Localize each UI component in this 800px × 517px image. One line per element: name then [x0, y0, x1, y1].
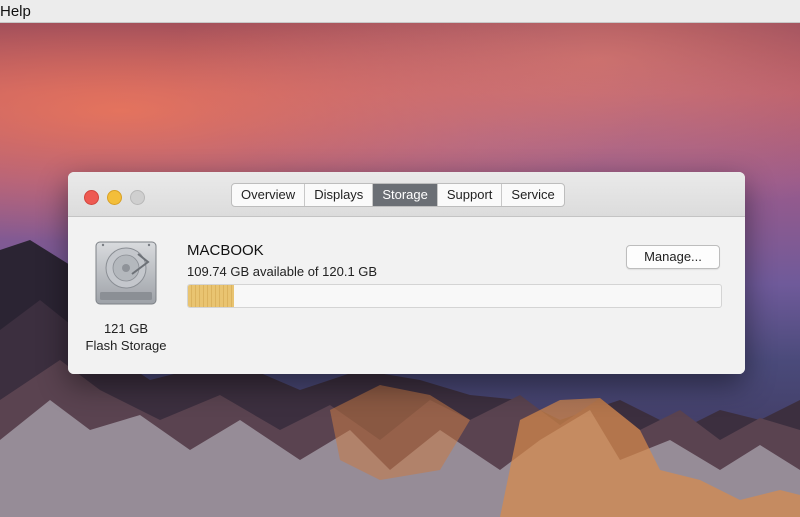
storage-usage-bar — [187, 284, 722, 308]
window-titlebar: Overview Displays Storage Support Servic… — [68, 172, 745, 217]
tab-service[interactable]: Service — [502, 184, 563, 206]
disk-type: Flash Storage — [85, 338, 167, 353]
tab-support[interactable]: Support — [438, 184, 503, 206]
storage-used-segment — [188, 285, 234, 307]
volume-name: MACBOOK — [187, 242, 264, 259]
zoom-button[interactable] — [130, 190, 145, 205]
tab-storage[interactable]: Storage — [373, 184, 438, 206]
tab-overview[interactable]: Overview — [232, 184, 306, 206]
minimize-button[interactable] — [107, 190, 122, 205]
disk-capacity: 121 GB — [103, 321, 149, 336]
hard-drive-icon — [95, 241, 157, 305]
manage-button[interactable]: Manage... — [626, 245, 720, 269]
storage-pane: 121 GB Flash Storage MACBOOK 109.74 GB a… — [68, 217, 745, 374]
tab-bar: Overview Displays Storage Support Servic… — [231, 183, 565, 207]
about-this-mac-window: Overview Displays Storage Support Servic… — [68, 172, 745, 374]
tab-displays[interactable]: Displays — [305, 184, 374, 206]
close-button[interactable] — [84, 190, 99, 205]
volume-available: 109.74 GB available of 120.1 GB — [187, 264, 378, 279]
menu-bar: Help — [0, 0, 800, 23]
menu-help[interactable]: Help — [0, 3, 31, 20]
